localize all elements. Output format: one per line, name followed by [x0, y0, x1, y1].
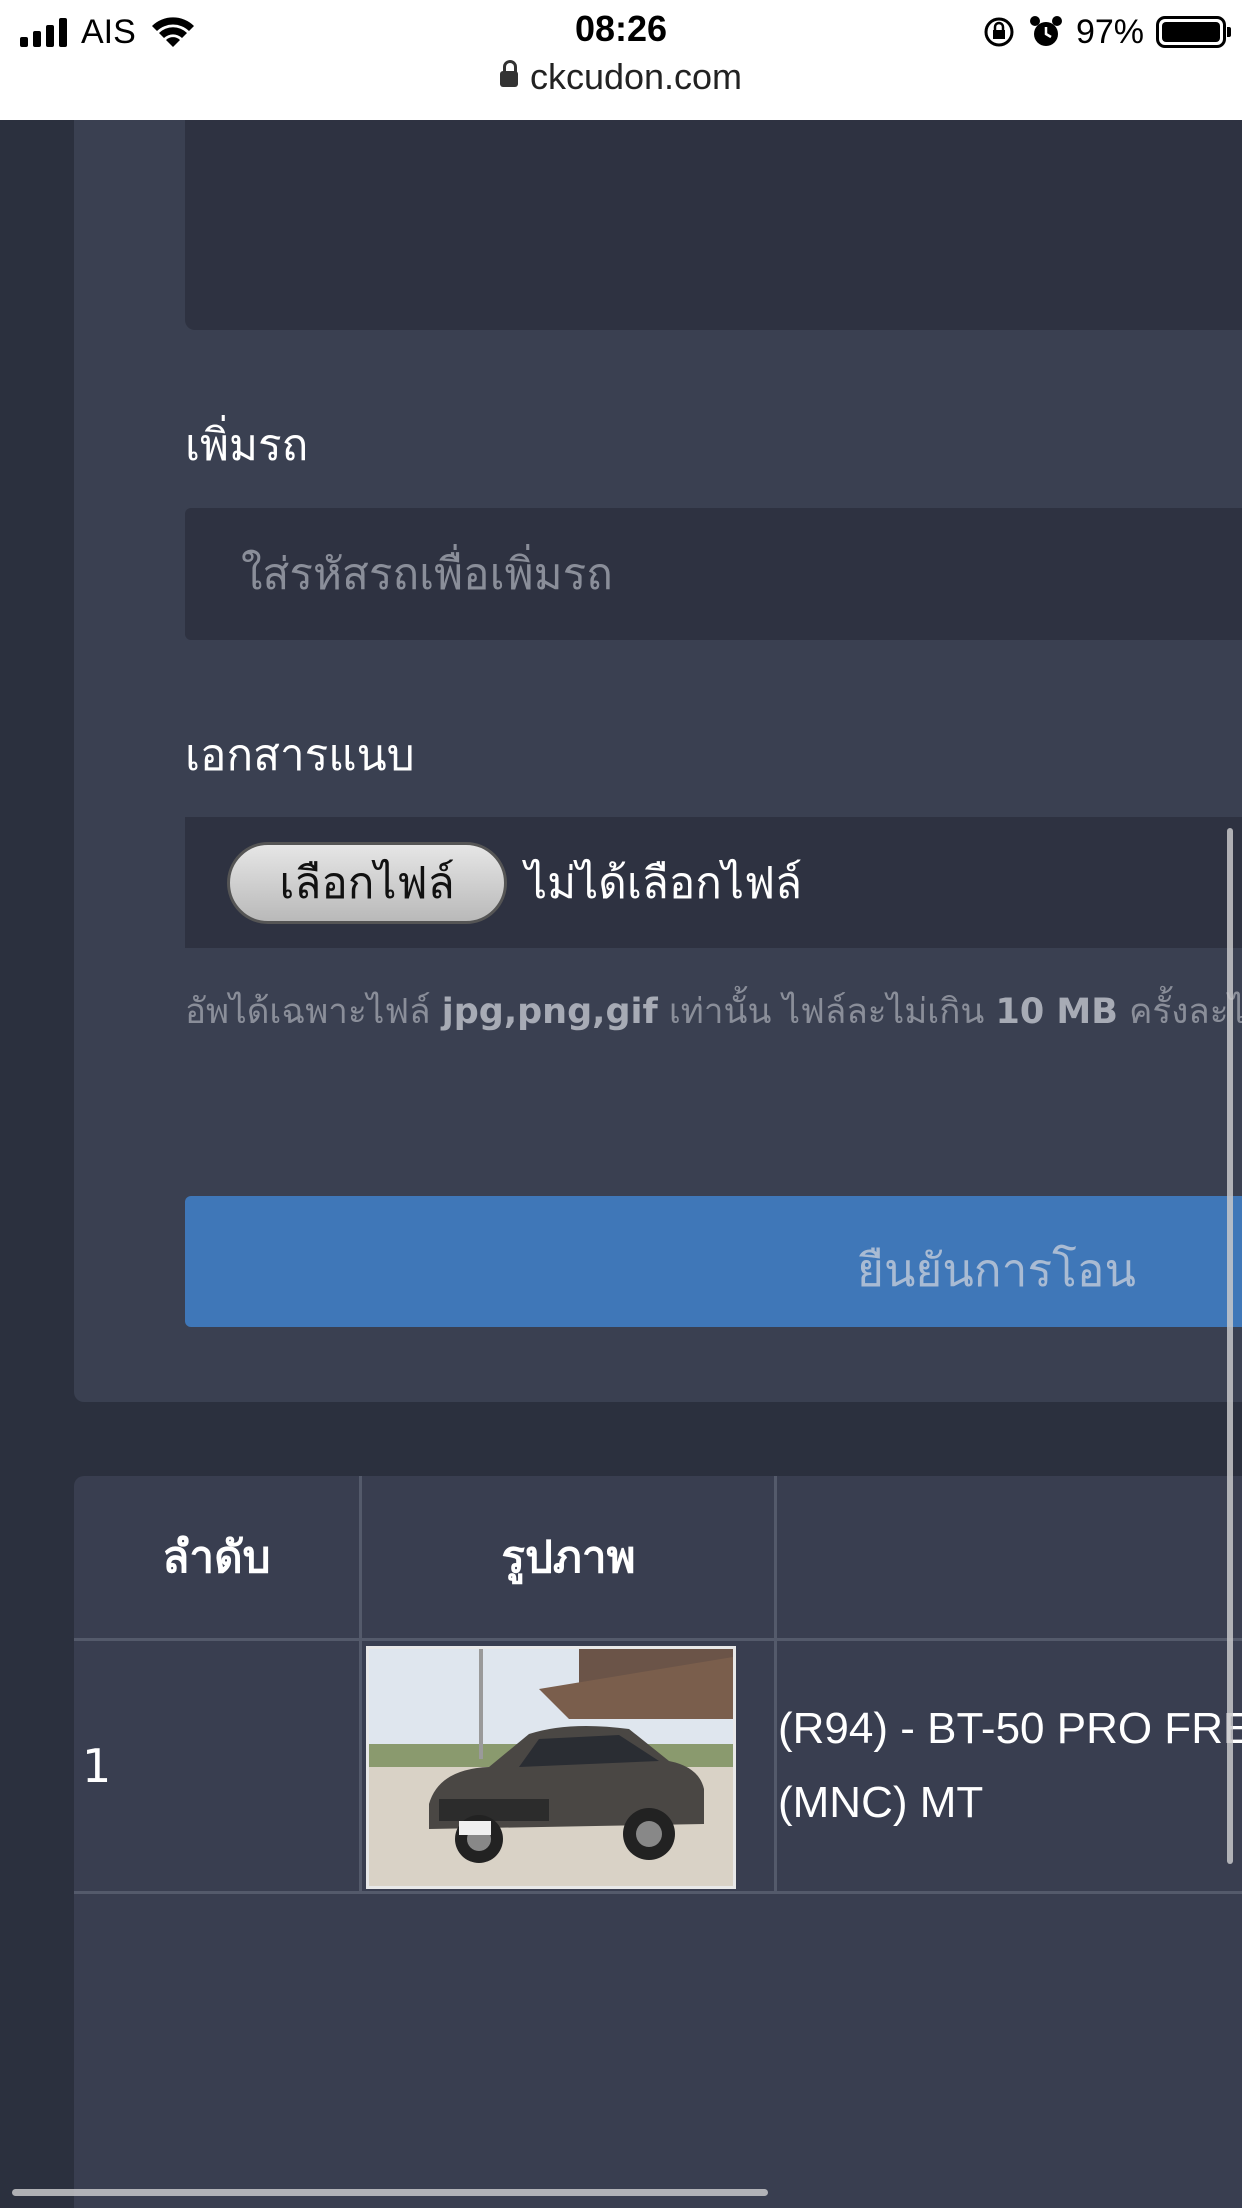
hint-size-limit: 10 MB	[995, 992, 1118, 1032]
hint-prefix: อัพได้เฉพาะไฟล์	[185, 992, 442, 1032]
lock-icon	[499, 60, 518, 87]
vertical-scrollbar[interactable]	[1227, 828, 1233, 1864]
column-divider	[359, 1476, 362, 1894]
column-divider	[774, 1476, 777, 1894]
car-table: ลำดับ รูปภาพ 1 (R94) - BT-50 PRO FRE (MN…	[74, 1476, 1242, 2208]
table-row-index: 1	[82, 1739, 112, 1793]
alarm-icon	[1029, 16, 1062, 46]
battery-icon	[1156, 16, 1231, 48]
choose-file-button[interactable]: เลือกไฟล์	[227, 841, 507, 924]
attachment-label: เอกสารแนบ	[185, 730, 415, 781]
status-right: 97%	[982, 10, 1231, 54]
car-name-line2: (MNC) MT	[778, 1778, 984, 1827]
row-divider	[74, 1891, 1242, 1894]
confirm-transfer-button[interactable]: ยืนยันการโอน	[185, 1196, 1242, 1327]
file-input: เลือกไฟล์ ไม่ได้เลือกไฟล์	[185, 817, 1242, 948]
car-code-placeholder: ใส่รหัสรถเพื่อเพิ่มรถ	[241, 549, 613, 600]
car-photo-image	[369, 1649, 733, 1886]
hint-suffix: ครั้งละไม่เกิ	[1129, 992, 1242, 1032]
textarea-field[interactable]	[185, 120, 1242, 330]
rotation-lock-icon	[984, 17, 1014, 47]
upload-hint: อัพได้เฉพาะไฟล์ jpg,png,gif เท่านั้น ไฟล…	[185, 984, 1242, 1039]
status-bar: AIS 08:26 97% ckcudon.com	[0, 0, 1242, 120]
hint-middle: เท่านั้น ไฟล์ละไม่เกิน	[657, 992, 996, 1032]
car-name-line1: (R94) - BT-50 PRO FRE	[778, 1704, 1242, 1753]
hint-file-types: jpg,png,gif	[441, 992, 658, 1032]
table-row-car-name[interactable]: (R94) - BT-50 PRO FRE (MNC) MT	[778, 1641, 1242, 1891]
battery-percentage: 97%	[1075, 12, 1144, 51]
horizontal-scrollbar[interactable]	[12, 2189, 768, 2196]
url-bar[interactable]: ckcudon.com	[0, 56, 1242, 98]
add-car-label: เพิ่มรถ	[185, 420, 309, 471]
car-code-input[interactable]: ใส่รหัสรถเพื่อเพิ่มรถ	[185, 508, 1242, 640]
header-index: ลำดับ	[162, 1532, 271, 1583]
header-name	[778, 1476, 1242, 1638]
confirm-transfer-label: ยืนยันการโอน	[857, 1243, 1136, 1297]
header-image: รูปภาพ	[501, 1532, 636, 1583]
car-photo[interactable]	[366, 1646, 736, 1889]
file-status-text: ไม่ได้เลือกไฟล์	[525, 857, 803, 909]
url-text: ckcudon.com	[529, 56, 743, 97]
